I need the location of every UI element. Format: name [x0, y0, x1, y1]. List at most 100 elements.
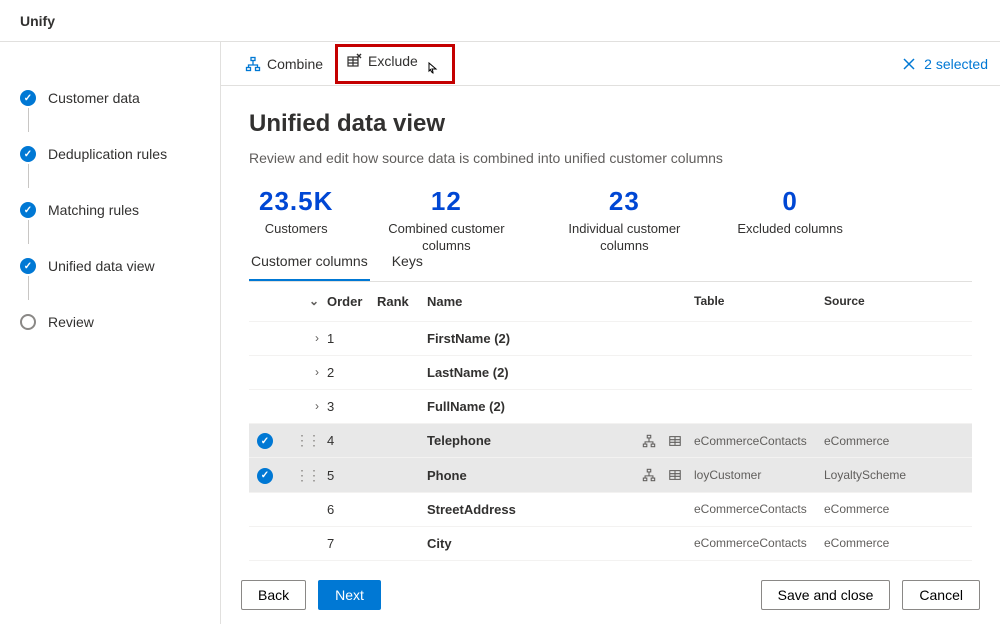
- nav-item-label: Matching rules: [48, 202, 139, 218]
- table-icon[interactable]: [668, 468, 682, 482]
- table-header: ⌄ Order Rank Name Table Source: [249, 282, 972, 322]
- combine-label: Combine: [267, 56, 323, 72]
- nav-deduplication-rules[interactable]: Deduplication rules: [20, 138, 220, 170]
- column-header-name[interactable]: Name: [427, 294, 624, 309]
- nav-review[interactable]: Review: [20, 306, 220, 338]
- cell-order: 7: [327, 536, 377, 551]
- save-and-close-button[interactable]: Save and close: [761, 580, 891, 610]
- drag-handle-icon[interactable]: ⋮⋮: [295, 472, 319, 479]
- nav-unified-data-view[interactable]: Unified data view: [20, 250, 220, 282]
- stat-value: 23.5K: [259, 186, 333, 217]
- table-row[interactable]: 7 City eCommerceContactseCommerce: [249, 527, 972, 561]
- tab-customer-columns[interactable]: Customer columns: [249, 243, 370, 281]
- stat-excluded-columns: 0 Excluded columns: [727, 186, 853, 255]
- toolbar: Combine Exclude 2 selected: [221, 42, 1000, 86]
- table-row[interactable]: › 1 FirstName (2): [249, 322, 972, 356]
- cell-order: 1: [327, 331, 377, 346]
- nav-item-label: Deduplication rules: [48, 146, 167, 162]
- table-body: › 1 FirstName (2) › 2 LastName (2) › 3 FullName …: [249, 322, 972, 565]
- stat-value: 12: [381, 186, 511, 217]
- stat-value: 0: [737, 186, 843, 217]
- column-header-order[interactable]: Order: [327, 294, 377, 309]
- nav-customer-data[interactable]: Customer data: [20, 82, 220, 114]
- table-icon[interactable]: [668, 434, 682, 448]
- exclude-button[interactable]: Exclude: [335, 44, 455, 84]
- exclude-label: Exclude: [368, 53, 418, 69]
- nav-connector-line: [28, 164, 29, 188]
- stat-value: 23: [559, 186, 689, 217]
- page-title: Unified data view: [249, 110, 972, 138]
- chevron-down-icon[interactable]: ⌄: [309, 294, 319, 308]
- cell-name: Phone: [427, 468, 624, 483]
- table-row[interactable]: 6 StreetAddress eCommerceContactseCommerce: [249, 493, 972, 527]
- cell-name: FullName (2): [427, 399, 624, 414]
- row-checkbox[interactable]: [257, 433, 273, 449]
- tab-keys[interactable]: Keys: [390, 243, 425, 281]
- cell-table: loyCustomer: [694, 468, 824, 482]
- table-row[interactable]: › 3 FullName (2): [249, 390, 972, 424]
- check-icon: [20, 202, 36, 218]
- hierarchy-icon[interactable]: [642, 434, 656, 448]
- next-button[interactable]: Next: [318, 580, 381, 610]
- nav-item-label: Unified data view: [48, 258, 155, 274]
- chevron-right-icon[interactable]: ›: [315, 331, 319, 345]
- cancel-button[interactable]: Cancel: [902, 580, 980, 610]
- footer: Back Next Save and close Cancel: [221, 565, 1000, 624]
- cell-source: LoyaltyScheme: [824, 468, 924, 482]
- cell-order: 4: [327, 433, 377, 448]
- nav-connector-line: [28, 276, 29, 300]
- row-checkbox[interactable]: [257, 468, 273, 484]
- cell-name: StreetAddress: [427, 502, 624, 517]
- combine-button[interactable]: Combine: [233, 48, 335, 80]
- back-button[interactable]: Back: [241, 580, 306, 610]
- cell-table: eCommerceContacts: [694, 502, 824, 516]
- page-description: Review and edit how source data is combi…: [249, 150, 972, 166]
- chevron-right-icon[interactable]: ›: [315, 365, 319, 379]
- cell-name: FirstName (2): [427, 331, 624, 346]
- cell-source: eCommerce: [824, 536, 924, 550]
- cell-table: eCommerceContacts: [694, 536, 824, 550]
- nav-connector-line: [28, 220, 29, 244]
- chevron-right-icon[interactable]: ›: [315, 399, 319, 413]
- check-icon: [20, 90, 36, 106]
- cursor-pointer-icon: [426, 59, 440, 75]
- drag-handle-icon[interactable]: ⋮⋮: [295, 437, 319, 444]
- wizard-sidebar: Customer data Deduplication rules Matchi…: [0, 42, 220, 624]
- column-header-rank[interactable]: Rank: [377, 294, 427, 309]
- stat-label: Individual customer columns: [559, 221, 689, 255]
- column-header-source[interactable]: Source: [824, 294, 924, 308]
- combine-icon: [245, 56, 261, 72]
- cell-order: 5: [327, 468, 377, 483]
- nav-connector-line: [28, 108, 29, 132]
- exclude-icon: [346, 53, 362, 69]
- cell-source: eCommerce: [824, 434, 924, 448]
- cell-name: LastName (2): [427, 365, 624, 380]
- app-header: Unify: [0, 0, 1000, 42]
- table-row[interactable]: ⋮⋮ 5 Phone loyCustomerLoyaltyScheme: [249, 458, 972, 493]
- check-icon: [20, 258, 36, 274]
- stat-label: Excluded columns: [737, 221, 843, 238]
- cell-name: City: [427, 536, 624, 551]
- stat-label: Customers: [259, 221, 333, 238]
- clear-selection-button[interactable]: 2 selected: [902, 56, 988, 72]
- cell-order: 2: [327, 365, 377, 380]
- content-area: Combine Exclude 2 selected: [220, 42, 1000, 624]
- table-row[interactable]: › 2 LastName (2): [249, 356, 972, 390]
- cell-source: eCommerce: [824, 502, 924, 516]
- hierarchy-icon[interactable]: [642, 468, 656, 482]
- check-icon: [20, 146, 36, 162]
- clear-x-icon: [902, 57, 916, 71]
- nav-item-label: Customer data: [48, 90, 140, 106]
- scrollable-content[interactable]: Unified data view Review and edit how so…: [221, 86, 1000, 565]
- cell-order: 3: [327, 399, 377, 414]
- pending-circle-icon: [20, 314, 36, 330]
- selected-count-label: 2 selected: [924, 56, 988, 72]
- app-title: Unify: [20, 13, 55, 29]
- main-layout: Customer data Deduplication rules Matchi…: [0, 42, 1000, 624]
- cell-order: 6: [327, 502, 377, 517]
- cell-name: Telephone: [427, 433, 624, 448]
- column-header-table[interactable]: Table: [694, 294, 824, 308]
- table-row[interactable]: ⋮⋮ 4 Telephone eCommerceContactseCommerce: [249, 424, 972, 459]
- cell-table: eCommerceContacts: [694, 434, 824, 448]
- nav-matching-rules[interactable]: Matching rules: [20, 194, 220, 226]
